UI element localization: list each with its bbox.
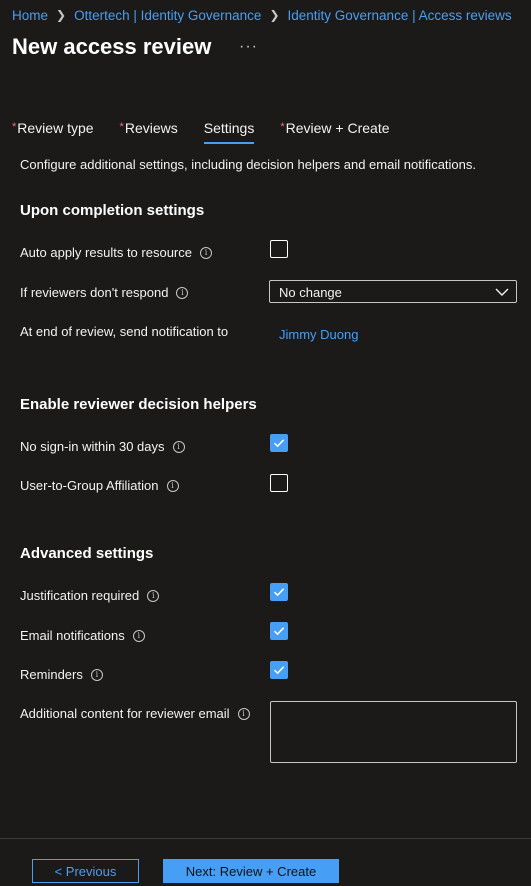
additional-content-label: Additional content for reviewer email i	[20, 706, 250, 721]
checkmark-icon	[273, 666, 285, 675]
notify-recipient-link[interactable]: Jimmy Duong	[279, 327, 358, 342]
chevron-right-icon: ❯	[269, 8, 280, 22]
breadcrumb-access-reviews[interactable]: Identity Governance | Access reviews	[288, 8, 512, 23]
info-icon[interactable]: i	[147, 589, 160, 602]
affiliation-label: User-to-Group Affiliation i	[20, 478, 179, 493]
tab-review-type[interactable]: *Review type	[12, 118, 94, 144]
info-icon[interactable]: i	[90, 668, 103, 681]
checkmark-icon	[273, 627, 285, 636]
auto-apply-label: Auto apply results to resource i	[20, 245, 212, 260]
info-icon[interactable]: i	[172, 440, 185, 453]
helpers-section-title: Enable reviewer decision helpers	[20, 396, 257, 413]
reminders-label: Reminders i	[20, 667, 103, 682]
wizard-tabs: *Review type *Reviews Settings *Review +…	[12, 118, 416, 144]
label-text: Email notifications	[20, 628, 125, 643]
notify-label: At end of review, send notification to	[20, 324, 228, 339]
breadcrumb-home[interactable]: Home	[12, 8, 48, 23]
label-text: At end of review, send notification to	[20, 324, 229, 339]
label-text: If reviewers don't respond	[20, 285, 169, 300]
tab-label: Reviews	[124, 120, 178, 136]
info-icon[interactable]: i	[199, 246, 212, 259]
label-text: Additional content for reviewer email	[20, 706, 230, 721]
tab-label: Review type	[17, 120, 94, 136]
advanced-section-title: Advanced settings	[20, 545, 154, 562]
page-title: New access review	[12, 34, 212, 59]
info-icon[interactable]: i	[132, 629, 145, 642]
label-text: No sign-in within 30 days	[20, 439, 165, 454]
additional-content-textarea[interactable]	[270, 701, 517, 763]
previous-button[interactable]: < Previous	[32, 859, 139, 883]
label-text: User-to-Group Affiliation	[20, 478, 159, 493]
completion-section-title: Upon completion settings	[20, 202, 205, 219]
required-asterisk: *	[280, 121, 285, 133]
ellipsis-icon[interactable]: ···	[239, 38, 258, 56]
chevron-right-icon: ❯	[56, 8, 67, 22]
info-icon[interactable]: i	[176, 286, 189, 299]
required-asterisk: *	[12, 121, 17, 133]
checkmark-icon	[273, 439, 285, 448]
tab-label: Review + Create	[285, 120, 390, 136]
checkmark-icon	[273, 588, 285, 597]
tab-reviews[interactable]: *Reviews	[120, 118, 178, 144]
auto-apply-checkbox[interactable]	[270, 240, 288, 258]
tab-review-create[interactable]: *Review + Create	[280, 118, 389, 144]
no-signin-checkbox[interactable]	[270, 434, 288, 452]
settings-description: Configure additional settings, including…	[20, 157, 476, 172]
no-response-dropdown[interactable]: No change	[269, 280, 517, 303]
label-text: Auto apply results to resource	[20, 245, 192, 260]
chevron-down-icon	[495, 288, 509, 296]
tab-settings[interactable]: Settings	[203, 118, 255, 144]
no-response-label: If reviewers don't respond i	[20, 285, 189, 300]
no-signin-label: No sign-in within 30 days i	[20, 439, 185, 454]
email-notifications-label: Email notifications i	[20, 628, 145, 643]
affiliation-checkbox[interactable]	[270, 474, 288, 492]
email-notifications-checkbox[interactable]	[270, 622, 288, 640]
breadcrumb: Home ❯ Ottertech | Identity Governance ❯…	[12, 6, 512, 24]
breadcrumb-identity-governance[interactable]: Ottertech | Identity Governance	[74, 8, 261, 23]
tab-label: Settings	[203, 120, 255, 136]
info-icon[interactable]: i	[237, 707, 250, 720]
info-icon[interactable]: i	[166, 479, 179, 492]
label-text: Reminders	[20, 667, 83, 682]
label-text: Justification required	[20, 588, 140, 603]
footer-divider	[0, 838, 531, 839]
justification-label: Justification required i	[20, 588, 160, 603]
next-review-create-button[interactable]: Next: Review + Create	[163, 859, 339, 883]
required-asterisk: *	[119, 121, 124, 133]
reminders-checkbox[interactable]	[270, 661, 288, 679]
justification-checkbox[interactable]	[270, 583, 288, 601]
dropdown-value: No change	[279, 285, 342, 300]
